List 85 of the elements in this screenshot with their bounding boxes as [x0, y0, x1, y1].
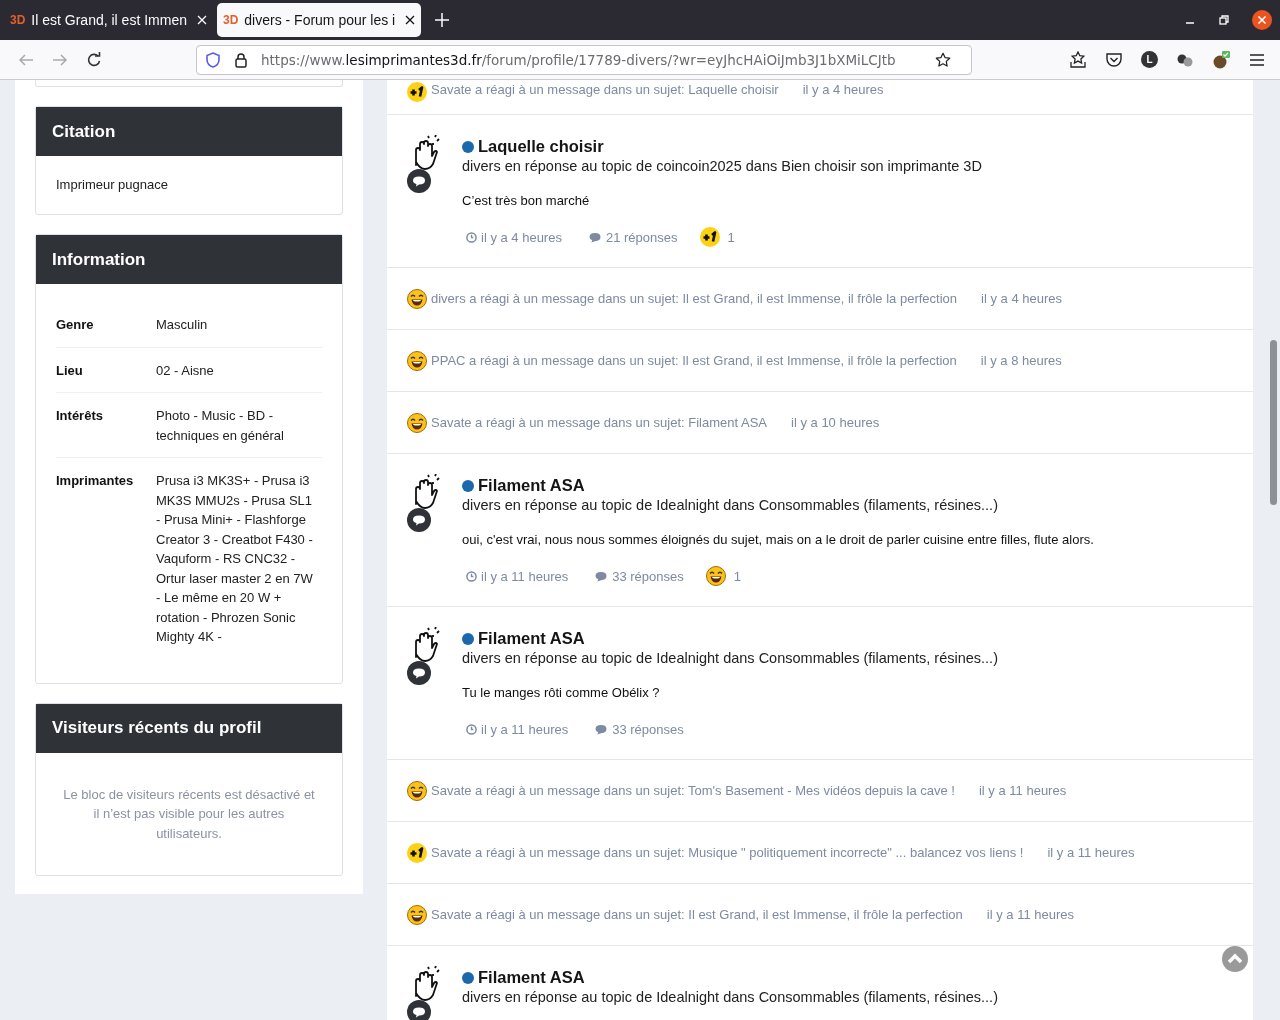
reaction-text[interactable]: Savate a réagi à un message dans un sujet: Musique " politiquement incorrecte" ... balancez vos liens !: [431, 845, 1024, 860]
reaction-count: 1: [733, 568, 741, 584]
browser-tab[interactable]: 3D Il est Grand, il est Immen: [4, 3, 213, 37]
reaction-time: il y a 11 heures: [986, 907, 1075, 922]
account-avatar[interactable]: L: [1141, 51, 1158, 68]
shield-icon[interactable]: [205, 51, 221, 68]
cookie-icon[interactable]: [1212, 50, 1230, 69]
lock-icon[interactable]: [233, 51, 249, 68]
restore-icon[interactable]: [1218, 14, 1230, 26]
quote-text: Imprimeur pugnace: [55, 176, 169, 194]
post-excerpt: oui, c'est vrai, nous nous sommes éloignés du sujet, mais on a le droit de parler cuisine entre filles, flute alors.: [462, 532, 1095, 547]
plus-one-icon: [407, 842, 427, 863]
clock-icon: [466, 231, 477, 243]
reaction-time: il y a 4 heures: [981, 291, 1062, 306]
reload-icon[interactable]: [86, 51, 102, 68]
field-label: Intérêts: [56, 407, 104, 425]
field-value: Masculin: [156, 316, 209, 334]
reaction-count: 1: [727, 229, 735, 245]
laughing-face-icon: [407, 780, 427, 801]
card-title: Information: [36, 235, 342, 284]
laughing-face-icon: [407, 412, 427, 433]
laughing-face-icon: [407, 350, 427, 371]
reaction-text[interactable]: Savate a réagi à un message dans un sujet: Laquelle choisir: [431, 82, 779, 97]
star-icon[interactable]: [935, 51, 951, 68]
laughing-face-icon: [705, 566, 726, 586]
card-title: Visiteurs récents du profil: [36, 703, 342, 753]
unread-dot-icon: [462, 479, 474, 492]
card-title: Citation: [36, 107, 342, 156]
post-title[interactable]: Filament ASA: [478, 629, 585, 648]
notice-text: Le bloc de visiteurs récents est désactivé et il n’est pas visible pour les autres utilisateurs.: [62, 785, 316, 843]
scroll-to-top-icon[interactable]: [1222, 946, 1248, 972]
post-title[interactable]: Filament ASA: [478, 968, 585, 987]
reply-count[interactable]: 33 réponses: [612, 568, 684, 584]
reply-count[interactable]: 21 réponses: [605, 229, 678, 245]
reaction-text[interactable]: Savate a réagi à un message dans un sujet: Filament ASA: [431, 415, 768, 430]
unread-dot-icon: [462, 140, 474, 153]
new-tab-icon[interactable]: [435, 13, 450, 27]
post-context: divers en réponse au topic de Idealnight dans Consommables (filaments, résines...): [462, 989, 999, 1005]
reaction-time: il y a 11 heures: [979, 783, 1067, 798]
plus-one-icon: [699, 227, 720, 247]
reaction-time: il y a 8 heures: [980, 353, 1062, 368]
comment-badge-icon: [407, 661, 431, 685]
post-title[interactable]: Filament ASA: [478, 476, 585, 495]
unread-dot-icon: [462, 971, 474, 984]
unread-dot-icon: [462, 632, 474, 645]
close-icon[interactable]: [1252, 10, 1272, 30]
post-context: divers en réponse au topic de Idealnight dans Consommables (filaments, résines...): [462, 497, 999, 513]
plus-one-icon: [407, 82, 427, 102]
comment-icon: [594, 723, 609, 735]
star-tray-icon[interactable]: [1069, 50, 1087, 69]
post-excerpt: Tu le manges rôti comme Obélix ?: [462, 685, 661, 700]
reaction-text[interactable]: Savate a réagi à un message dans un sujet: Il est Grand, il est Immense, il frôle la perfection: [431, 907, 963, 922]
reaction-time: il y a 10 heures: [791, 415, 880, 430]
field-label: Genre: [56, 316, 95, 334]
comment-icon: [587, 231, 602, 243]
browser-tab[interactable]: 3D divers - Forum pour les i: [216, 3, 422, 37]
pocket-icon[interactable]: [1105, 50, 1123, 69]
post-title[interactable]: Laquelle choisir: [478, 137, 604, 156]
close-icon[interactable]: [405, 15, 416, 25]
comment-badge-icon: [407, 169, 431, 193]
comment-badge-icon: [407, 508, 431, 532]
reaction-text[interactable]: Savate a réagi à un message dans un sujet: Tom's Basement - Mes vidéos depuis la cave !: [431, 783, 955, 798]
reaction-time: il y a 4 heures: [802, 82, 884, 97]
scrollbar-thumb[interactable]: [1270, 340, 1277, 505]
field-value: Prusa i3 MK3S+ - Prusa i3 MK3S MMU2s - Prusa SL1 - Prusa Mini+ - Flashforge Creator 3 - Creatbot F430 - Vaquform - RS CNC32 - Ortur laser master 2 en 7W - Le même en 20 W + rotation - Phrozen Sonic Mighty 4K -: [156, 472, 314, 646]
laughing-face-icon: [407, 288, 427, 309]
post-excerpt: C’est très bon marché: [462, 193, 591, 208]
url-field[interactable]: https://www.lesimprimantes3d.fr/forum/profile/17789-divers/?wr=eyJhcHAiOiJmb3J1bXMiLCJtb: [196, 44, 972, 75]
post-time: il y a 4 heures: [481, 229, 562, 245]
reaction-text[interactable]: divers a réagi à un message dans un sujet: Il est Grand, il est Immense, il frôle la perfection: [431, 291, 958, 306]
reply-count[interactable]: 33 réponses: [612, 721, 684, 737]
comment-icon: [594, 570, 609, 582]
field-value: Photo - Music - BD - techniques en général: [156, 407, 285, 445]
field-value: 02 - Aisne: [156, 361, 215, 380]
field-label: Lieu: [56, 361, 84, 380]
post-context: divers en réponse au topic de Idealnight dans Consommables (filaments, résines...): [462, 650, 999, 666]
reaction-text[interactable]: PPAC a réagi à un message dans un sujet: Il est Grand, il est Immense, il frôle la perfection: [431, 353, 957, 368]
post-context: divers en réponse au topic de coincoin2025 dans Bien choisir son imprimante 3D: [462, 158, 983, 174]
laughing-face-icon: [407, 904, 427, 925]
clock-icon: [466, 570, 477, 582]
clock-icon: [466, 723, 477, 735]
post-time: il y a 11 heures: [481, 721, 569, 737]
reaction-time: il y a 11 heures: [1047, 845, 1135, 860]
post-time: il y a 11 heures: [481, 568, 569, 584]
field-label: Imprimantes: [56, 472, 135, 490]
